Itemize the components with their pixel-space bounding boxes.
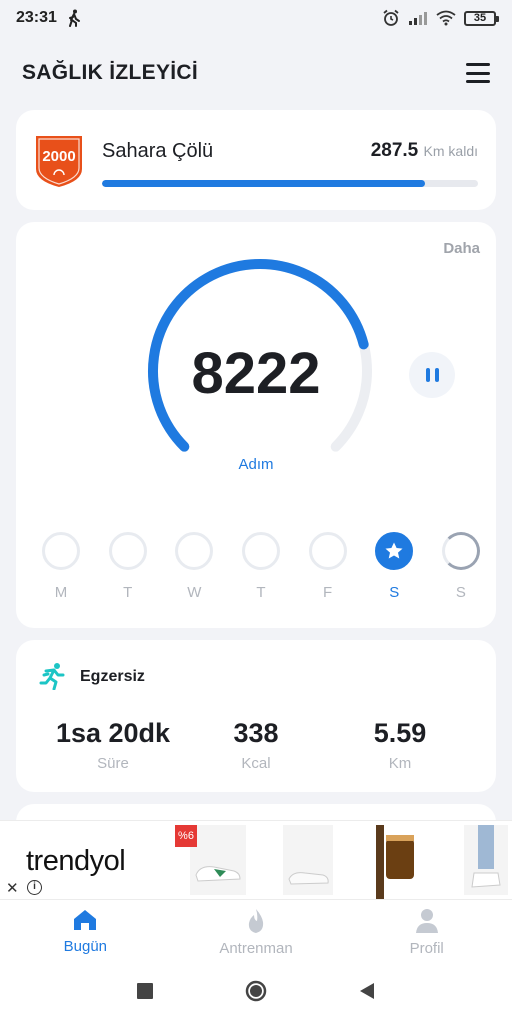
ad-product-image	[374, 825, 418, 899]
nav-workout[interactable]: Antrenman	[171, 900, 342, 962]
badge-text: 2000	[42, 148, 75, 165]
back-button[interactable]	[358, 982, 376, 1005]
circle-icon	[245, 980, 267, 1001]
challenge-progress-bar	[102, 180, 478, 187]
day-ring	[42, 532, 80, 570]
day-sat[interactable]: S	[374, 532, 414, 601]
day-tue[interactable]: T	[108, 532, 148, 601]
day-wed[interactable]: W	[174, 532, 214, 601]
alarm-icon	[383, 9, 399, 26]
stat-kcal: 338 Kcal	[181, 718, 331, 772]
nav-label: Antrenman	[219, 940, 293, 957]
day-label: S	[389, 584, 400, 601]
day-label: M	[54, 584, 68, 601]
day-sun[interactable]: S	[441, 532, 481, 601]
flame-icon	[248, 909, 264, 933]
bottom-nav: Bugün Antrenman Profil	[0, 900, 512, 962]
square-icon	[137, 982, 153, 999]
ad-close-icon[interactable]: ✕	[6, 879, 19, 897]
stat-value: 1sa 20dk	[55, 718, 171, 748]
day-ring	[108, 532, 147, 570]
day-label: T	[123, 584, 133, 601]
nav-label: Bugün	[63, 938, 108, 955]
challenge-progress-fill	[102, 180, 426, 187]
day-label: W	[187, 584, 202, 601]
person-icon	[415, 909, 438, 933]
back-triangle-icon	[360, 982, 374, 999]
steps-label: Adım	[238, 456, 274, 473]
ad-banner[interactable]: trendyol ✕ i %6	[0, 820, 512, 900]
nav-today[interactable]: Bugün	[0, 900, 171, 962]
day-ring	[308, 532, 347, 570]
challenge-card[interactable]: 2000 Sahara Çölü 287.5 Km kaldı	[16, 110, 496, 210]
day-thu[interactable]: T	[241, 532, 281, 601]
page-title: SAĞLIK İZLEYİCİ	[22, 61, 199, 84]
stat-label: Süre	[97, 755, 129, 772]
exercise-title: Egzersiz	[80, 668, 145, 685]
system-nav-bar	[0, 962, 512, 1024]
day-ring	[175, 532, 214, 570]
remaining-value: 287.5	[370, 140, 419, 161]
stat-label: Km	[388, 755, 412, 772]
remaining-unit: Km kaldı	[423, 143, 478, 159]
nav-label: Profil	[409, 940, 444, 957]
day-ring	[241, 532, 280, 570]
recents-button[interactable]	[136, 982, 154, 1005]
challenge-distance: 287.5 Km kaldı	[371, 140, 478, 162]
steps-card: Daha 8222 Adım M T W T F S S	[16, 222, 496, 628]
stat-duration: 1sa 20dk Süre	[38, 718, 188, 772]
pause-button[interactable]	[409, 352, 455, 398]
ad-discount-badge: %6	[175, 825, 197, 847]
day-fri[interactable]: F	[308, 532, 348, 601]
ad-product-image	[190, 825, 246, 895]
app-header: SAĞLIK İZLEYİCİ	[0, 50, 512, 96]
day-label: T	[256, 584, 266, 601]
status-bar: 23:31 35	[0, 0, 512, 36]
week-days: M T W T F S S	[41, 532, 481, 601]
more-link[interactable]: Daha	[443, 240, 480, 257]
day-ring-partial	[441, 532, 480, 570]
star-icon	[385, 542, 403, 559]
nav-profile[interactable]: Profil	[341, 900, 512, 962]
ad-brand-logo: trendyol	[26, 845, 126, 877]
day-label: F	[323, 584, 333, 601]
menu-icon[interactable]	[466, 63, 490, 83]
exercise-card[interactable]: Egzersiz 1sa 20dk Süre 338 Kcal 5.59 Km	[16, 640, 496, 792]
stat-label: Kcal	[241, 755, 271, 772]
signal-icon	[409, 12, 427, 25]
battery-icon: 35	[464, 10, 499, 26]
stat-value: 338	[233, 718, 279, 748]
wifi-icon	[436, 10, 456, 26]
home-button[interactable]	[244, 979, 268, 1008]
ad-info-icon[interactable]: i	[27, 880, 42, 895]
day-mon[interactable]: M	[41, 532, 81, 601]
ad-product-image	[283, 825, 333, 895]
stat-km: 5.59 Km	[325, 718, 475, 772]
home-icon	[74, 910, 97, 930]
walking-icon	[68, 9, 80, 27]
ad-product-image	[464, 825, 508, 895]
challenge-name: Sahara Çölü	[102, 140, 214, 162]
day-label: S	[455, 584, 466, 601]
day-ring-complete	[375, 532, 414, 570]
stat-value: 5.59	[373, 718, 427, 748]
running-icon	[39, 663, 65, 690]
status-time: 23:31	[16, 9, 57, 26]
challenge-badge-icon: 2000	[36, 136, 82, 187]
